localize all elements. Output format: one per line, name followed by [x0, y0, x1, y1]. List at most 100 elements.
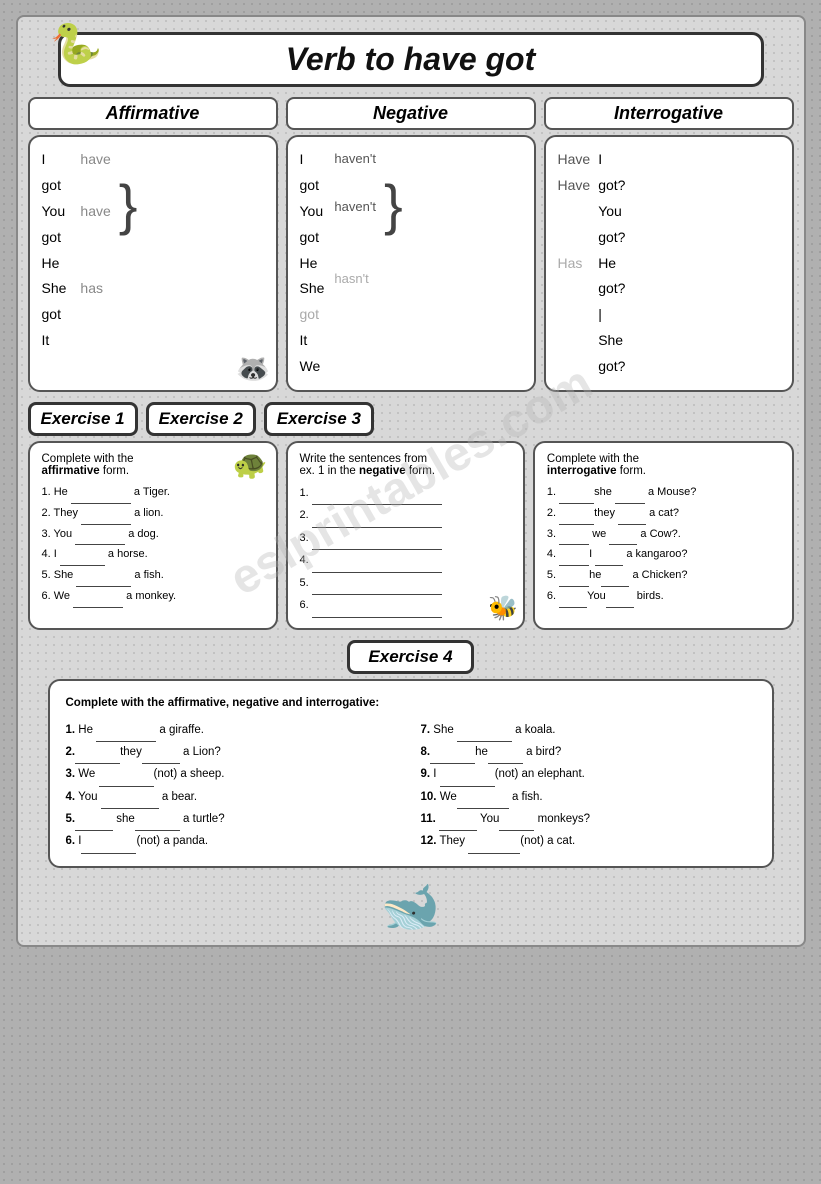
conjugation-row: I got You got He She got It have have ha… [28, 135, 794, 392]
aff-She: She [42, 276, 67, 302]
ex2-item2: 2. [300, 505, 511, 527]
int-Has: Has [558, 251, 591, 277]
neg-You: You [300, 199, 325, 225]
ex2-item6: 6. [300, 595, 511, 617]
neg-havent2: haven't [334, 195, 376, 219]
interrogative-header: Interrogative [544, 97, 794, 130]
neg-hasnt: hasn't [334, 267, 376, 291]
ex3-item1: 1. she a Mouse? [547, 483, 780, 504]
ex1-header: Exercise 1 [28, 402, 138, 436]
ex4-header-row: Exercise 4 [28, 640, 794, 674]
negative-header: Negative [286, 97, 536, 130]
ex1-item5: 5. She a fish. [42, 566, 264, 587]
ex4-c2-item5: 11. You monkeys? [421, 809, 756, 831]
int-I: I [598, 147, 625, 173]
aff-I: I [42, 147, 67, 173]
ex4-instruction: Complete with the affirmative, negative … [66, 693, 756, 714]
ex3-header: Exercise 3 [264, 402, 374, 436]
negative-box: I got You got He She got It We haven't h… [286, 135, 536, 392]
ex4-c1-item6: 6. I (not) a panda. [66, 831, 401, 853]
aff-have2: have [80, 199, 110, 225]
ex3-item4: 4. I a kangaroo? [547, 545, 780, 566]
ex4-c2-item6: 12. They (not) a cat. [421, 831, 756, 853]
int-You: You [598, 199, 625, 225]
raccoon-icon: 🦝 [236, 352, 271, 385]
affirmative-header: Affirmative [28, 97, 278, 130]
aff-He: He [42, 251, 67, 277]
ex3-bold: interrogative [547, 465, 617, 477]
ex4-c1-item1: 1. He a giraffe. [66, 720, 401, 742]
aff-got1: got [42, 173, 67, 199]
ex2-header: Exercise 2 [146, 402, 256, 436]
ex4-grid: 1. He a giraffe. 2. they a Lion? 3. We (… [66, 720, 756, 854]
bee-icon: 🐝 [488, 594, 518, 623]
ex4-c2-item4: 10. We a fish. [421, 787, 756, 809]
aff-space3 [80, 251, 110, 277]
aff-You: You [42, 199, 67, 225]
neg-I: I [300, 147, 325, 173]
neg-She: She [300, 276, 325, 302]
ex1-instruction: Complete with the affirmative form. [42, 453, 264, 477]
exercise2-box: 🐝 Write the sentences fromex. 1 in the n… [286, 441, 525, 630]
aff-got2: got [42, 225, 67, 251]
title-box: 🐍 Verb to have got [58, 32, 764, 87]
ex3-items: 1. she a Mouse? 2. they a cat? 3. we a C… [547, 483, 780, 608]
ex3-item5: 5. he a Chicken? [547, 566, 780, 587]
snake-icon: 🐍 [47, 16, 104, 71]
ex1-item3: 3. You a dog. [42, 525, 264, 546]
ex4-c1-item2: 2. they a Lion? [66, 742, 401, 764]
int-got4: got? [598, 354, 625, 380]
ex3-item2: 2. they a cat? [547, 504, 780, 525]
int-got3: got? [598, 276, 625, 302]
interrogative-box: Have Have Has I got? You got? He got? | … [544, 135, 794, 392]
ex4-c1-item4: 4. You a bear. [66, 787, 401, 809]
page-title: Verb to have got [121, 41, 701, 78]
ex2-item1: 1. [300, 483, 511, 505]
aff-space1 [80, 173, 110, 199]
neg-got1: got [300, 173, 325, 199]
ex2-item4: 4. [300, 550, 511, 572]
exercise1-box: 🐢 Complete with the affirmative form. 1.… [28, 441, 278, 630]
ex2-bold: negative [359, 465, 406, 477]
ex2-item3: 3. [300, 528, 511, 550]
neg-brace: } [384, 177, 403, 233]
exercise3-box: Complete with the interrogative form. 1.… [533, 441, 794, 630]
aff-has: has [80, 276, 110, 302]
neg-got3: got [300, 302, 325, 328]
ex4-header: Exercise 4 [347, 640, 473, 674]
ex3-item3: 3. we a Cow?. [547, 525, 780, 546]
neg-It: It [300, 328, 325, 354]
ex3-instruction: Complete with the interrogative form. [547, 453, 780, 477]
int-got2: got? [598, 225, 625, 251]
ex4-c1-item5: 5. she a turtle? [66, 809, 401, 831]
ex1-bold: affirmative [42, 465, 100, 477]
int-He: He [598, 251, 625, 277]
affirmative-box: I got You got He She got It have have ha… [28, 135, 278, 392]
page: eslprintables.com 🐍 Verb to have got Aff… [16, 15, 806, 947]
turtle-icon: 🐢 [233, 448, 268, 481]
neg-He: He [300, 251, 325, 277]
int-got1: got? [598, 173, 625, 199]
ex4-col1: 1. He a giraffe. 2. they a Lion? 3. We (… [66, 720, 401, 854]
exercise4-box: Complete with the affirmative, negative … [48, 679, 774, 868]
neg-We: We [300, 354, 325, 380]
aff-got3: got [42, 302, 67, 328]
ex1-items: 1. He a Tiger. 2. They a lion. 3. You a … [42, 483, 264, 608]
ex3-item6: 6. You birds. [547, 587, 780, 608]
aff-It: It [42, 328, 67, 354]
ex4-c1-item3: 3. We (not) a sheep. [66, 764, 401, 786]
ex2-instruction: Write the sentences fromex. 1 in the neg… [300, 453, 511, 477]
exercise-headers-row: Exercise 1 Exercise 2 Exercise 3 [28, 402, 794, 436]
ex1-item6: 6. We a monkey. [42, 587, 264, 608]
ex1-item1: 1. He a Tiger. [42, 483, 264, 504]
neg-got2: got [300, 225, 325, 251]
ex1-item4: 4. I a horse. [42, 545, 264, 566]
neg-havent1: haven't [334, 147, 376, 171]
ex2-item5: 5. [300, 573, 511, 595]
ex1-item2: 2. They a lion. [42, 504, 264, 525]
int-Have1: Have [558, 147, 591, 173]
ex4-c2-item3: 9. I (not) an elephant. [421, 764, 756, 786]
ex4-c2-item1: 7. She a koala. [421, 720, 756, 742]
whale-icon: 🐋 [28, 878, 794, 935]
aff-space2 [80, 225, 110, 251]
